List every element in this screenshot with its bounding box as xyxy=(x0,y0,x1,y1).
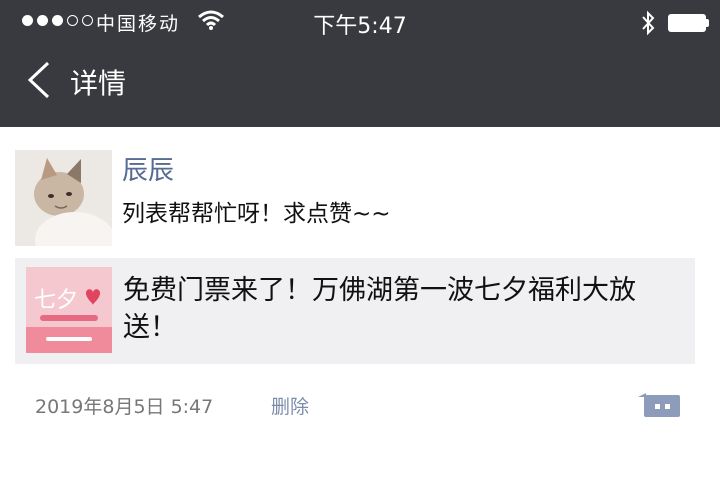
nav-bar: 详情 xyxy=(0,44,720,127)
avatar[interactable] xyxy=(15,150,112,246)
link-title: 免费门票来了！万佛湖第一波七夕福利大放送！ xyxy=(123,275,636,343)
app-header: 中国移动 下午5:47 详情 xyxy=(0,0,720,127)
battery-icon xyxy=(668,14,706,32)
post-timestamp: 2019年8月5日 5:47 xyxy=(35,396,214,418)
status-time: 下午5:47 xyxy=(313,14,407,39)
chevron-left-icon[interactable] xyxy=(24,60,54,100)
comment-more-icon[interactable] xyxy=(638,393,682,419)
link-thumbnail-image: 七夕 xyxy=(26,267,112,353)
svg-text:七夕: 七夕 xyxy=(34,288,78,313)
status-bar: 中国移动 下午5:47 xyxy=(0,0,720,44)
bluetooth-icon xyxy=(642,10,655,36)
battery-tip xyxy=(706,19,709,27)
post-text: 列表帮帮忙呀！求点赞~~ xyxy=(122,201,391,227)
shared-link-card[interactable]: 七夕 免费门票来了！万佛湖第一波七夕福利大放送！ xyxy=(15,258,695,364)
delete-button[interactable]: 删除 xyxy=(271,392,309,419)
user-name-link[interactable]: 辰辰 xyxy=(122,150,174,187)
page-title: 详情 xyxy=(70,67,127,100)
